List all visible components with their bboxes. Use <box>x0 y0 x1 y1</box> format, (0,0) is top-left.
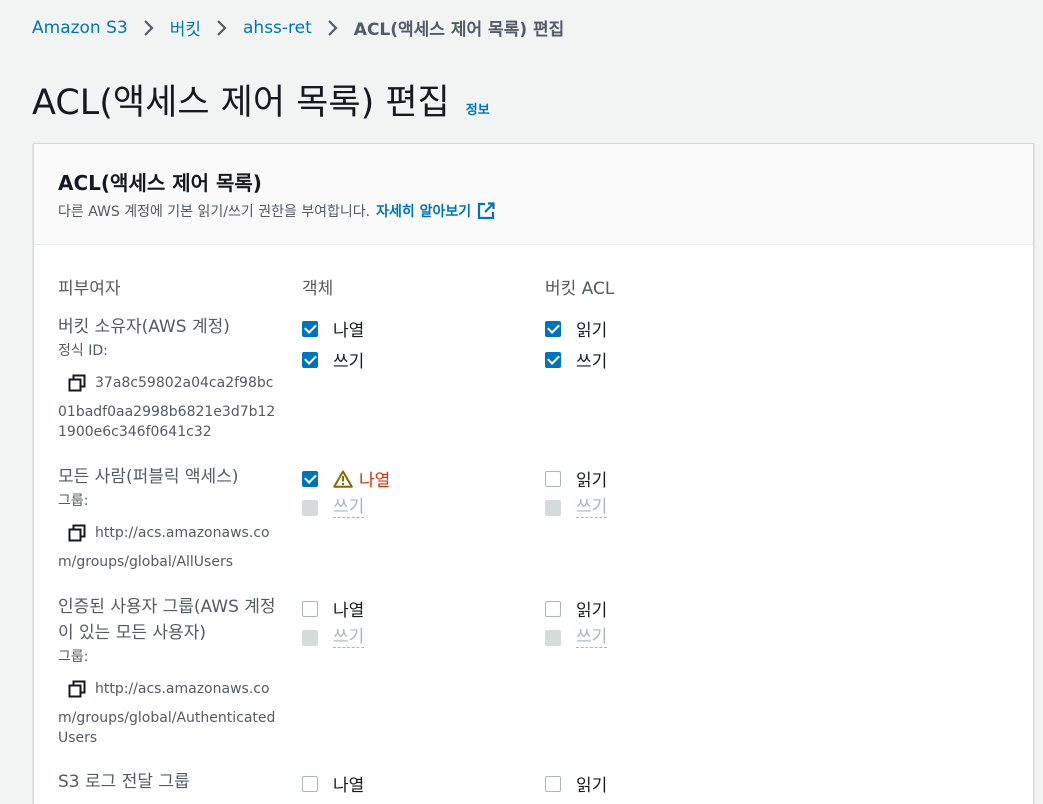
checkbox[interactable] <box>302 470 318 487</box>
copy-icon[interactable] <box>68 524 86 542</box>
checkbox-label: 나열 <box>333 776 365 796</box>
column-header-grantee: 피부여자 <box>58 279 121 299</box>
grantee-type-label: 그룹: <box>58 493 89 509</box>
column-header-bucket-acl: 버킷 ACL <box>545 279 615 299</box>
checkbox-label: 읽기 <box>576 601 608 621</box>
checkbox-auth-acl-write: 쓰기 <box>545 627 608 648</box>
panel-header: ACL(액세스 제어 목록) 다른 AWS 계정에 기본 읽기/쓰기 권한을 부… <box>34 144 1033 245</box>
checkbox-auth-object-write: 쓰기 <box>302 627 365 648</box>
checkbox-everyone-acl-read[interactable]: 읽기 <box>545 466 607 491</box>
checkbox-label: 쓰기 <box>576 497 608 518</box>
copy-icon[interactable] <box>68 374 86 392</box>
breadcrumb-amazon-s3[interactable]: Amazon S3 <box>32 18 128 38</box>
learn-more-link[interactable]: 자세히 알아보기 <box>376 201 495 221</box>
chevron-right-icon <box>215 19 229 37</box>
breadcrumb-buckets[interactable]: 버킷 <box>170 15 201 40</box>
checkbox[interactable] <box>545 320 561 337</box>
group-uri-part1: http://acs.amazonaws.co <box>95 681 270 697</box>
grantee-name: 모든 사람(퍼블릭 액세스) <box>58 467 239 487</box>
breadcrumb-current: ACL(액세스 제어 목록) 편집 <box>353 20 565 40</box>
grantee-type-label: 정식 ID: <box>58 343 108 359</box>
canonical-id-part2: 01badf0aa2998b6821e3d7b12 1900e6c346f064… <box>58 404 276 440</box>
group-uri-part2: m/groups/global/AllUsers <box>58 554 233 570</box>
grantee-log-delivery: S3 로그 전달 그룹 <box>58 769 283 795</box>
checkbox[interactable] <box>302 600 318 617</box>
checkbox-auth-acl-read[interactable]: 읽기 <box>545 596 607 621</box>
external-link-icon <box>478 202 495 220</box>
breadcrumb: Amazon S3 버킷 ahss-ret ACL(액세스 제어 목록) 편집 <box>32 15 565 41</box>
checkbox-label: 읽기 <box>576 471 608 491</box>
checkbox-disabled <box>302 499 318 516</box>
checkbox-everyone-acl-write: 쓰기 <box>545 497 608 518</box>
checkbox-owner-acl-read[interactable]: 읽기 <box>545 316 607 341</box>
breadcrumb-bucket-name[interactable]: ahss-ret <box>243 18 312 38</box>
checkbox-everyone-object-write: 쓰기 <box>302 497 365 518</box>
checkbox-disabled <box>545 629 561 646</box>
chevron-right-icon <box>326 19 340 37</box>
checkbox-everyone-object-list[interactable]: 나열 <box>302 466 390 491</box>
checkbox[interactable] <box>545 351 561 368</box>
panel-title: ACL(액세스 제어 목록) <box>58 171 262 195</box>
checkbox[interactable] <box>302 320 318 337</box>
checkbox-label: 쓰기 <box>333 497 365 518</box>
grantee-everyone: 모든 사람(퍼블릭 액세스) 그룹: http://acs.amazonaws.… <box>58 464 283 572</box>
grantee-type-label: 그룹: <box>58 649 89 665</box>
checkbox-label: 읽기 <box>576 776 608 796</box>
page-title-text: ACL(액세스 제어 목록) 편집 <box>32 83 450 123</box>
checkbox-label: 쓰기 <box>576 627 608 648</box>
checkbox[interactable] <box>545 600 561 617</box>
column-header-object: 객체 <box>302 279 334 299</box>
info-link[interactable]: 정보 <box>466 99 490 118</box>
grantee-name: 버킷 소유자(AWS 계정) <box>58 317 230 337</box>
copy-icon[interactable] <box>68 680 86 698</box>
warning-icon <box>333 470 353 488</box>
checkbox-log-object-list[interactable]: 나열 <box>302 771 364 796</box>
checkbox[interactable] <box>302 775 318 792</box>
group-uri-part1: http://acs.amazonaws.co <box>95 525 270 541</box>
canonical-id-part1: 37a8c59802a04ca2f98bc <box>95 375 274 391</box>
checkbox-owner-object-write[interactable]: 쓰기 <box>302 347 364 372</box>
checkbox-label: 쓰기 <box>333 627 365 648</box>
learn-more-label: 자세히 알아보기 <box>376 204 472 220</box>
acl-panel: ACL(액세스 제어 목록) 다른 AWS 계정에 기본 읽기/쓰기 권한을 부… <box>33 143 1034 804</box>
checkbox-label: 나열 <box>359 471 391 491</box>
grantee-name: S3 로그 전달 그룹 <box>58 772 190 792</box>
panel-description: 다른 AWS 계정에 기본 읽기/쓰기 권한을 부여합니다. 자세히 알아보기 <box>58 201 495 221</box>
checkbox[interactable] <box>302 351 318 368</box>
grantee-bucket-owner: 버킷 소유자(AWS 계정) 정식 ID: 37a8c59802a04ca2f9… <box>58 314 283 442</box>
group-uri: http://acs.amazonaws.co m/groups/global/… <box>58 520 283 572</box>
grantee-name: 인증된 사용자 그룹(AWS 계정이 있는 모든 사용자) <box>58 597 276 643</box>
group-uri: http://acs.amazonaws.co m/groups/global/… <box>58 676 278 748</box>
checkbox[interactable] <box>545 775 561 792</box>
checkbox-owner-acl-write[interactable]: 쓰기 <box>545 347 607 372</box>
checkbox-label: 쓰기 <box>333 352 365 372</box>
checkbox-auth-object-list[interactable]: 나열 <box>302 596 364 621</box>
checkbox-owner-object-list[interactable]: 나열 <box>302 316 364 341</box>
panel-description-text: 다른 AWS 계정에 기본 읽기/쓰기 권한을 부여합니다. <box>58 204 371 220</box>
checkbox[interactable] <box>545 470 561 487</box>
checkbox-label: 읽기 <box>576 321 608 341</box>
canonical-id: 37a8c59802a04ca2f98bc 01badf0aa2998b6821… <box>58 370 283 442</box>
checkbox-log-acl-read[interactable]: 읽기 <box>545 771 607 796</box>
chevron-right-icon <box>142 19 156 37</box>
checkbox-disabled <box>545 499 561 516</box>
grantee-authenticated-users: 인증된 사용자 그룹(AWS 계정이 있는 모든 사용자) 그룹: http:/… <box>58 594 278 748</box>
checkbox-label: 나열 <box>333 321 365 341</box>
checkbox-disabled <box>302 629 318 646</box>
checkbox-label: 쓰기 <box>576 352 608 372</box>
group-uri-part2: m/groups/global/Authenticated Users <box>58 710 276 746</box>
page-title: ACL(액세스 제어 목록) 편집 정보 <box>32 74 490 125</box>
checkbox-label: 나열 <box>333 601 365 621</box>
